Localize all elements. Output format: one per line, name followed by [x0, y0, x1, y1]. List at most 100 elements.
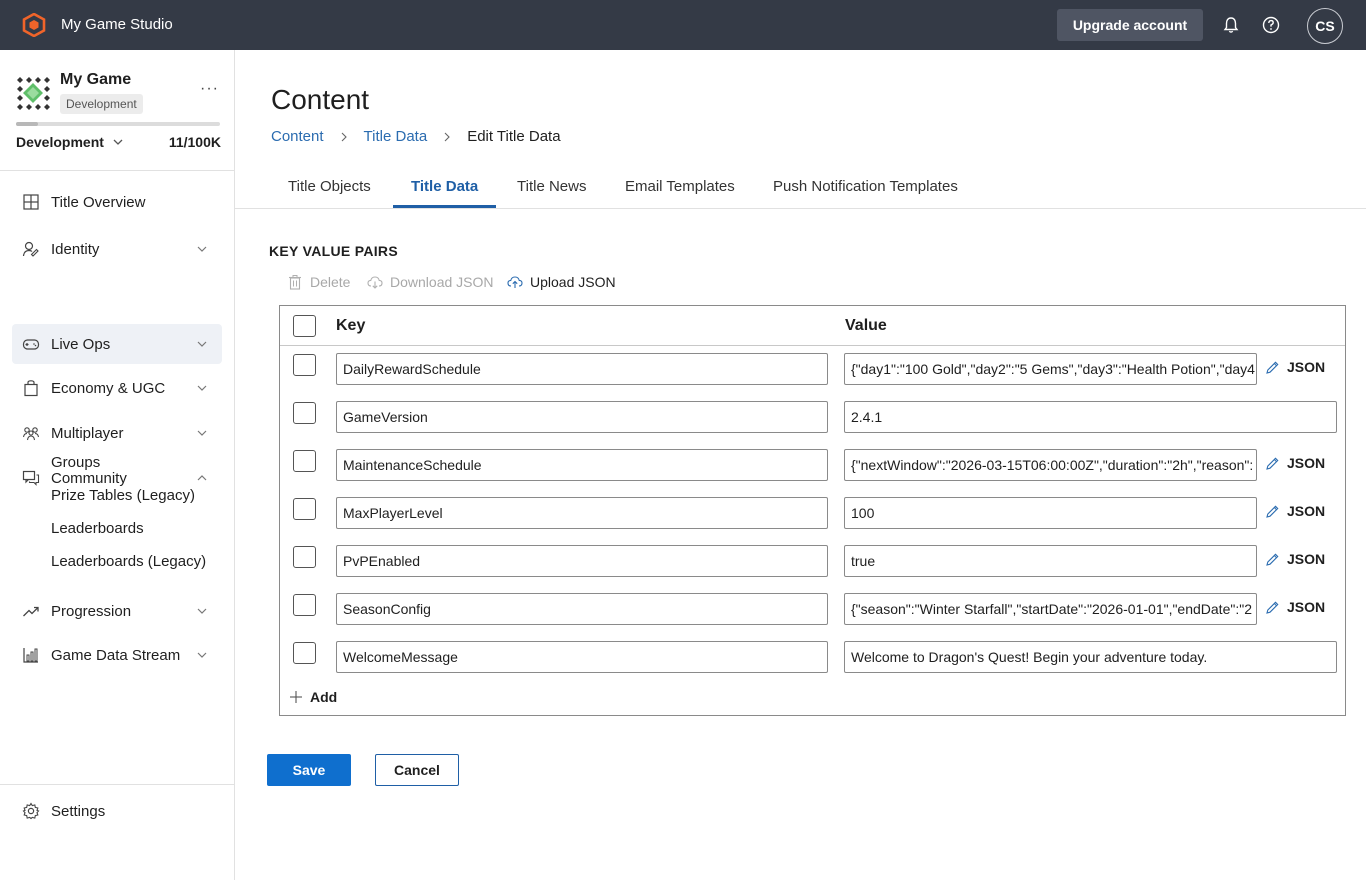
sidebar-item-label: Multiplayer — [51, 424, 124, 442]
save-button[interactable]: Save — [267, 754, 351, 786]
table-row: SeasonConfig {"season":"Winter Starfall"… — [280, 593, 1345, 641]
pencil-icon — [1266, 457, 1279, 470]
sidebar-item-title-overview[interactable]: Title Overview — [12, 182, 222, 222]
row-checkbox[interactable] — [293, 402, 316, 424]
sidebar-subitem-prize-tables-legacy[interactable]: Prize Tables (Legacy) — [51, 487, 195, 504]
edit-json-button[interactable]: JSON — [1265, 455, 1325, 471]
delete-button[interactable]: Delete — [287, 274, 350, 290]
cloud-upload-icon — [507, 276, 523, 288]
key-field[interactable]: PvPEnabled — [336, 545, 828, 577]
sidebar-item-label: Game Data Stream — [51, 646, 181, 664]
json-label: JSON — [1287, 503, 1326, 519]
sidebar-item-live-ops[interactable]: Live Ops — [12, 324, 222, 364]
sidebar-item-settings[interactable]: Settings — [12, 791, 222, 831]
key-field[interactable]: SeasonConfig — [336, 593, 828, 625]
edit-json-button[interactable]: JSON — [1265, 599, 1325, 615]
sidebar-item-game-data-stream[interactable]: Game Data Stream — [12, 635, 222, 675]
pencil-icon — [1266, 361, 1279, 374]
upload-json-button[interactable]: Upload JSON — [507, 274, 616, 290]
key-field[interactable]: WelcomeMessage — [336, 641, 828, 673]
environment-badge: Development — [60, 94, 143, 114]
multiplayer-icon — [22, 427, 40, 441]
sidebar-item-progression[interactable]: Progression — [12, 591, 222, 631]
chevron-down-icon — [197, 608, 207, 614]
community-icon — [22, 470, 40, 486]
row-checkbox[interactable] — [293, 450, 316, 472]
upgrade-account-button[interactable]: Upgrade account — [1057, 9, 1203, 41]
active-tab-indicator — [393, 205, 496, 208]
studio-logo-icon[interactable] — [22, 13, 46, 37]
upload-json-label: Upload JSON — [530, 274, 616, 290]
environment-selector[interactable]: Development — [16, 134, 124, 150]
bell-icon[interactable] — [1221, 15, 1241, 35]
table-row: PvPEnabled true JSON — [280, 545, 1345, 593]
row-checkbox[interactable] — [293, 354, 316, 376]
chevron-down-icon — [113, 139, 123, 145]
breadcrumb-content-link[interactable]: Content — [271, 128, 324, 145]
json-label: JSON — [1287, 359, 1326, 375]
key-field[interactable]: MaintenanceSchedule — [336, 449, 828, 481]
sidebar-item-economy-ugc[interactable]: Economy & UGC — [12, 368, 222, 408]
json-label: JSON — [1287, 455, 1326, 471]
sidebar-item-label: Title Overview — [51, 193, 146, 211]
tab-push-notification-templates[interactable]: Push Notification Templates — [773, 178, 958, 195]
breadcrumb: Content Title Data Edit Title Data — [271, 128, 561, 145]
studio-name[interactable]: My Game Studio — [61, 16, 173, 33]
help-icon[interactable] — [1261, 15, 1281, 35]
value-field[interactable]: {"nextWindow":"2026-03-15T06:00:00Z","du… — [844, 449, 1257, 481]
sidebar-item-multiplayer[interactable]: Multiplayer — [12, 413, 222, 453]
more-options-icon[interactable]: ··· — [200, 80, 219, 98]
tab-title-data[interactable]: Title Data — [411, 178, 478, 195]
add-row-button[interactable]: Add — [289, 689, 337, 705]
value-field[interactable]: 100 — [844, 497, 1257, 529]
row-checkbox[interactable] — [293, 594, 316, 616]
row-checkbox[interactable] — [293, 498, 316, 520]
cloud-download-icon — [367, 276, 383, 289]
gear-icon — [22, 802, 40, 820]
sidebar-subitem-leaderboards[interactable]: Leaderboards — [51, 520, 144, 537]
select-all-checkbox[interactable] — [293, 315, 316, 337]
table-row: GameVersion 2.4.1 — [280, 401, 1345, 449]
game-name[interactable]: My Game — [60, 71, 131, 89]
value-field[interactable]: 2.4.1 — [844, 401, 1337, 433]
table-header: Key Value — [280, 306, 1345, 346]
tab-title-news[interactable]: Title News — [517, 178, 586, 195]
value-field[interactable]: {"day1":"100 Gold","day2":"5 Gems","day3… — [844, 353, 1257, 385]
sidebar-subitem-groups[interactable]: Groups — [51, 454, 100, 471]
plus-icon — [290, 691, 302, 703]
sidebar-subitem-leaderboards-legacy[interactable]: Leaderboards (Legacy) — [51, 553, 206, 570]
value-field[interactable]: Welcome to Dragon's Quest! Begin your ad… — [844, 641, 1337, 673]
row-checkbox[interactable] — [293, 546, 316, 568]
table-row: DailyRewardSchedule {"day1":"100 Gold","… — [280, 353, 1345, 401]
sidebar-item-identity[interactable]: Identity — [12, 229, 222, 269]
edit-json-button[interactable]: JSON — [1265, 551, 1325, 567]
edit-json-button[interactable]: JSON — [1265, 359, 1325, 375]
edit-json-button[interactable]: JSON — [1265, 503, 1325, 519]
row-checkbox[interactable] — [293, 642, 316, 664]
cancel-button[interactable]: Cancel — [375, 754, 459, 786]
chart-icon — [23, 648, 38, 663]
json-label: JSON — [1287, 551, 1326, 567]
key-field[interactable]: MaxPlayerLevel — [336, 497, 828, 529]
value-column-header: Value — [845, 317, 887, 334]
chevron-down-icon — [197, 385, 207, 391]
key-field[interactable]: GameVersion — [336, 401, 828, 433]
table-row: MaxPlayerLevel 100 JSON — [280, 497, 1345, 545]
tab-title-objects[interactable]: Title Objects — [288, 178, 371, 195]
sidebar-item-label: Progression — [51, 602, 132, 620]
breadcrumb-title-data-link[interactable]: Title Data — [364, 128, 428, 145]
key-field[interactable]: DailyRewardSchedule — [336, 353, 828, 385]
delete-label: Delete — [310, 274, 351, 290]
chevron-right-icon — [341, 132, 347, 141]
game-thumbnail-icon — [17, 77, 50, 110]
chevron-right-icon — [444, 132, 450, 141]
avatar[interactable]: CS — [1307, 8, 1343, 44]
value-field[interactable]: {"season":"Winter Starfall","startDate":… — [844, 593, 1257, 625]
sidebar-item-label: Identity — [51, 240, 100, 258]
download-json-button[interactable]: Download JSON — [367, 274, 494, 290]
top-bar: My Game Studio Upgrade account CS — [0, 0, 1366, 50]
tab-email-templates[interactable]: Email Templates — [625, 178, 735, 195]
value-field[interactable]: true — [844, 545, 1257, 577]
sidebar: My Game Development ··· Development 11/1… — [0, 50, 235, 880]
sidebar-divider — [0, 170, 234, 171]
